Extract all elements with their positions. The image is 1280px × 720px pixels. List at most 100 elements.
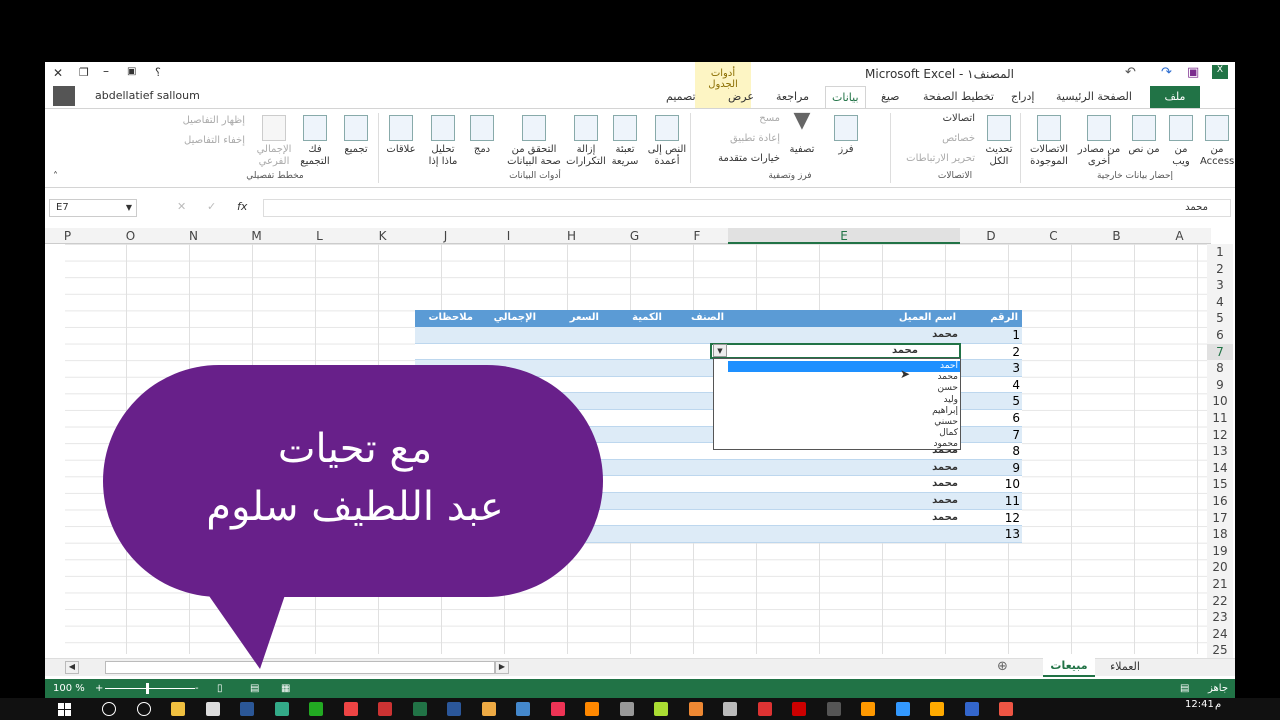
redo-icon[interactable]: ↷ [1161,65,1172,80]
from-text-button[interactable]: من نص [1128,144,1159,155]
undo-icon[interactable]: ↶ [1125,65,1136,80]
row-header-13[interactable]: 13 [1207,443,1233,460]
column-header-G[interactable]: G [603,228,666,244]
customer-name-cell[interactable]: محمد [730,493,958,510]
taskbar-app-icon[interactable] [861,702,875,716]
row-header-20[interactable]: 20 [1207,559,1233,576]
taskbar-app-icon[interactable] [964,702,979,716]
from-web-button[interactable]: من ويب [1172,144,1189,167]
minimize-icon[interactable]: – [103,64,109,78]
ungroup-button[interactable]: فك التجميع [300,144,329,167]
zoom-in-icon[interactable]: + [95,679,103,698]
clear-filter-button[interactable]: مسح [759,113,780,124]
properties-button[interactable]: خصائص [942,133,975,144]
from-other-sources-button[interactable]: من مصادر أخرى [1078,144,1121,167]
row-header-25[interactable]: 25 [1207,642,1233,659]
row-header-12[interactable]: 12 [1207,426,1233,444]
ribbon-display-icon[interactable]: ▣ [127,66,136,77]
taskbar-opera-icon[interactable] [826,702,841,716]
dropdown-item[interactable]: وليد [728,395,960,406]
row-number-cell[interactable]: 10 [962,476,1020,493]
zoom-slider-thumb[interactable] [146,683,149,694]
taskbar-app-icon[interactable] [723,702,737,716]
row-number-cell[interactable]: 13 [962,526,1020,543]
new-sheet-icon[interactable]: ⊕ [997,659,1008,674]
row-number-cell[interactable]: 5 [962,393,1020,410]
column-header-O[interactable]: O [99,228,162,244]
table-header-cell[interactable]: الصنف [666,310,724,327]
column-header-J[interactable]: J [414,228,477,244]
show-detail-button[interactable]: إظهار التفاصيل [183,115,245,126]
tab-5[interactable]: بيانات [825,86,866,108]
taskbar-app-icon[interactable] [550,702,565,716]
customer-name-cell[interactable]: محمد [730,460,958,477]
close-icon[interactable]: ✕ [53,66,63,80]
column-header-H[interactable]: H [540,228,603,244]
avatar[interactable] [53,86,75,106]
edit-links-button[interactable]: تحرير الارتباطات [906,153,975,164]
row-number-cell[interactable]: 1 [962,327,1020,344]
save-icon[interactable]: ▣ [1187,65,1199,80]
taskbar-photoshop-icon[interactable] [274,702,289,716]
relationships-button[interactable]: علاقات [386,144,415,155]
column-header-N[interactable]: N [162,228,225,244]
column-header-K[interactable]: K [351,228,414,244]
consolidate-button[interactable]: دمج [474,144,490,155]
name-box[interactable]: E7 ▼ [49,199,137,217]
customer-name-cell[interactable] [730,526,958,543]
sort-button[interactable]: فرز [838,144,853,155]
tab-6[interactable]: مراجعة [770,86,815,108]
taskbar-excel-icon[interactable] [447,702,461,716]
taskbar-app-icon[interactable] [930,702,944,716]
column-header-L[interactable]: L [288,228,351,244]
normal-view-icon[interactable]: ▦ [281,679,290,698]
taskbar-app-icon[interactable] [654,702,668,716]
existing-connections-button[interactable]: الاتصالات الموجودة [1030,144,1068,167]
taskbar-access-icon[interactable] [412,702,427,716]
tab-0[interactable]: ملف [1150,86,1200,108]
column-header-E[interactable]: E [728,228,960,244]
column-header-M[interactable]: M [225,228,288,244]
row-header-6[interactable]: 6 [1207,327,1233,344]
row-number-cell[interactable]: 9 [962,460,1020,477]
tab-7[interactable]: عرض [722,86,760,108]
row-header-8[interactable]: 8 [1207,360,1233,377]
dropdown-item[interactable]: إبراهيم [728,406,960,417]
what-if-analysis-button[interactable]: تحليل ماذا إذا [429,144,458,167]
taskbar-app-icon[interactable] [343,702,358,716]
dropdown-item[interactable]: حسني [728,417,960,428]
dropdown-item[interactable]: احمد [728,361,960,372]
filter-button[interactable]: تصفية [790,144,815,155]
table-header-cell[interactable]: الإجمالي [477,310,536,327]
row-number-cell[interactable]: 4 [962,377,1020,394]
zoom-out-icon[interactable]: - [195,679,199,698]
selected-cell-E7[interactable] [710,343,961,359]
scroll-left-icon[interactable]: ◀ [65,661,79,674]
dropdown-arrow-button[interactable]: ▼ [713,344,727,357]
row-header-3[interactable]: 3 [1207,277,1233,294]
taskbar-vlc-icon[interactable] [619,702,634,716]
advanced-filter-button[interactable]: خيارات متقدمة [718,153,780,164]
column-header-P[interactable]: P [45,228,99,244]
row-number-cell[interactable]: 7 [962,427,1020,444]
refresh-all-button[interactable]: تحديث الكل [985,144,1012,167]
row-header-22[interactable]: 22 [1207,592,1233,610]
tab-3[interactable]: تخطيط الصفحة [917,86,1000,108]
data-validation-button[interactable]: التحقق من صحة البيانات [507,144,561,167]
row-number-cell[interactable]: 2 [962,344,1020,361]
subtotal-button[interactable]: الإجمالي الفرعي [257,144,292,167]
reapply-button[interactable]: إعادة تطبيق [730,133,780,144]
formula-input[interactable]: محمد [263,199,1231,217]
dropdown-item[interactable]: محمود [728,439,960,450]
group-button[interactable]: تجميع [344,144,367,155]
row-header-21[interactable]: 21 [1207,576,1233,593]
row-number-cell[interactable]: 6 [962,410,1020,427]
tab-4[interactable]: صيغ [875,86,906,108]
taskbar-app-icon[interactable] [895,702,910,716]
enter-icon[interactable]: ✓ [207,200,216,213]
row-header-2[interactable]: 2 [1207,260,1233,278]
row-header-17[interactable]: 17 [1207,509,1233,527]
taskbar-task-view-icon[interactable] [136,702,151,716]
customer-name-cell[interactable]: محمد [730,510,958,527]
zoom-slider[interactable] [105,688,195,689]
